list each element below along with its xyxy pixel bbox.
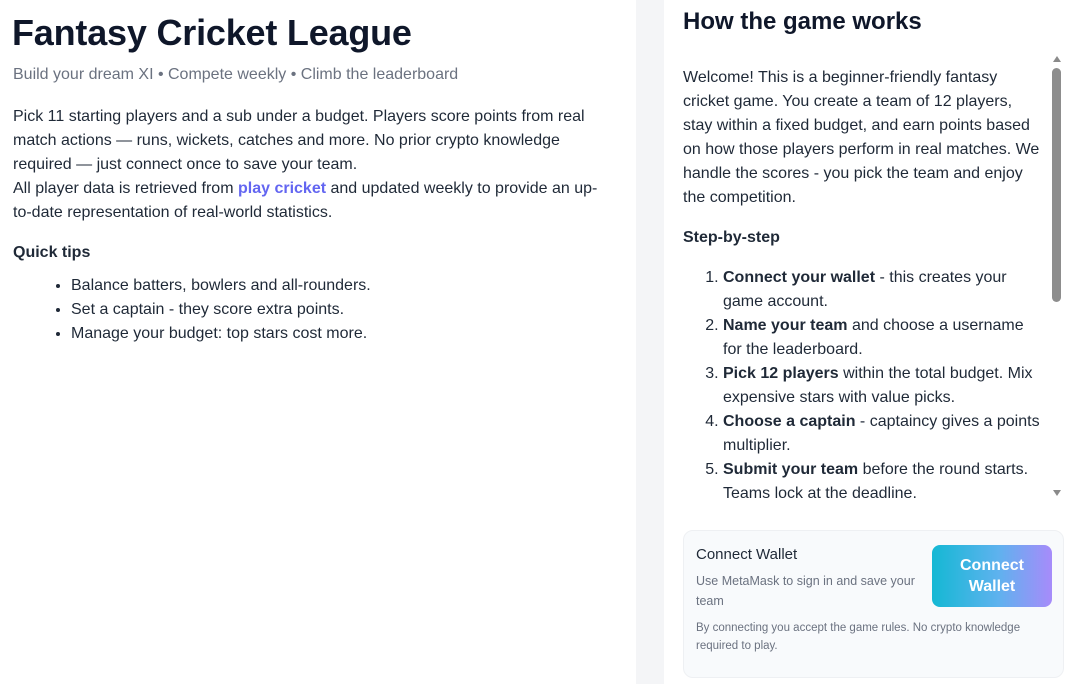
scrollbar-thumb[interactable] (1052, 68, 1061, 302)
quick-tips-heading: Quick tips (13, 244, 91, 261)
page-title: Fantasy Cricket League (12, 12, 412, 53)
data-source-text-before: All player data is retrieved from (13, 180, 238, 197)
instructions-scroll-area[interactable]: Welcome! This is a beginner-friendly fan… (683, 66, 1045, 500)
welcome-paragraph: Welcome! This is a beginner-friendly fan… (683, 69, 1040, 206)
step-by-step-heading: Step-by-step (683, 229, 780, 246)
page: Fantasy Cricket League Build your dream … (0, 0, 1072, 684)
step-title: Choose a captain (723, 413, 856, 430)
intro-column: Fantasy Cricket League Build your dream … (0, 0, 636, 684)
column-divider (636, 0, 664, 684)
step-title: Name your team (723, 317, 848, 334)
steps-list: Connect your wallet - this creates your … (683, 266, 1045, 500)
step-item: Choose a captain - captaincy gives a poi… (723, 410, 1045, 458)
page-subtitle: Build your dream XI • Compete weekly • C… (13, 66, 459, 83)
step-item: Connect your wallet - this creates your … (723, 266, 1045, 314)
wallet-card-description: Use MetaMask to sign in and save your te… (696, 574, 915, 608)
intro-text: Pick 11 starting players and a sub under… (13, 105, 613, 225)
panel-title: How the game works (683, 8, 922, 35)
vertical-scrollbar[interactable] (1050, 54, 1064, 498)
step-title: Connect your wallet (723, 269, 876, 286)
tip-item: Set a captain - they score extra points. (71, 298, 371, 322)
how-it-works-panel: How the game works Welcome! This is a be… (664, 0, 1072, 684)
scroll-up-arrow-icon[interactable] (1053, 56, 1061, 62)
scroll-down-arrow-icon[interactable] (1053, 490, 1061, 496)
wallet-card-title: Connect Wallet (696, 546, 798, 563)
step-item: Name your team and choose a username for… (723, 314, 1045, 362)
connect-wallet-card: Connect Wallet Use MetaMask to sign in a… (683, 530, 1064, 678)
step-title: Pick 12 players (723, 365, 839, 382)
intro-paragraph: Pick 11 starting players and a sub under… (13, 108, 585, 173)
tip-item: Manage your budget: top stars cost more. (71, 322, 371, 346)
wallet-disclaimer: By connecting you accept the game rules.… (696, 622, 1021, 652)
step-item: Pick 12 players within the total budget.… (723, 362, 1045, 410)
play-cricket-link[interactable]: play cricket (238, 180, 326, 197)
connect-wallet-button[interactable]: Connect Wallet (932, 545, 1052, 607)
tip-item: Balance batters, bowlers and all-rounder… (71, 274, 371, 298)
data-source-paragraph: All player data is retrieved from play c… (13, 177, 613, 225)
step-title: Submit your team (723, 461, 859, 478)
quick-tips-list: Balance batters, bowlers and all-rounder… (13, 274, 371, 346)
step-item: Submit your team before the round starts… (723, 458, 1045, 500)
